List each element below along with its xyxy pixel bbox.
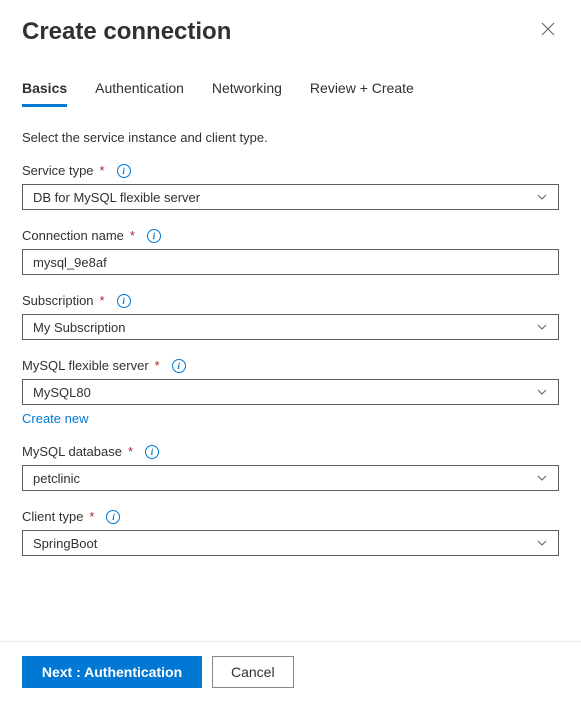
instruction-text: Select the service instance and client t… [22, 130, 559, 145]
mysql-database-value: petclinic [33, 471, 80, 486]
create-new-link[interactable]: Create new [22, 411, 88, 426]
tab-basics[interactable]: Basics [22, 74, 67, 107]
connection-name-input[interactable]: mysql_9e8af [22, 249, 559, 275]
footer: Next : Authentication Cancel [0, 641, 581, 702]
chevron-down-icon [536, 191, 548, 203]
required-indicator: * [155, 358, 160, 373]
required-indicator: * [130, 228, 135, 243]
client-type-label: Client type [22, 509, 83, 524]
service-type-label: Service type [22, 163, 94, 178]
client-type-value: SpringBoot [33, 536, 97, 551]
close-icon[interactable] [537, 18, 559, 44]
info-icon[interactable]: i [117, 164, 131, 178]
connection-name-value: mysql_9e8af [33, 255, 107, 270]
mysql-database-select[interactable]: petclinic [22, 465, 559, 491]
subscription-value: My Subscription [33, 320, 125, 335]
mysql-database-label: MySQL database [22, 444, 122, 459]
info-icon[interactable]: i [147, 229, 161, 243]
required-indicator: * [128, 444, 133, 459]
required-indicator: * [100, 293, 105, 308]
info-icon[interactable]: i [145, 445, 159, 459]
tabs: Basics Authentication Networking Review … [22, 74, 559, 108]
tab-review-create[interactable]: Review + Create [310, 74, 414, 107]
chevron-down-icon [536, 386, 548, 398]
subscription-label: Subscription [22, 293, 94, 308]
mysql-server-label: MySQL flexible server [22, 358, 149, 373]
tab-networking[interactable]: Networking [212, 74, 282, 107]
service-type-value: DB for MySQL flexible server [33, 190, 200, 205]
chevron-down-icon [536, 472, 548, 484]
info-icon[interactable]: i [117, 294, 131, 308]
connection-name-label: Connection name [22, 228, 124, 243]
required-indicator: * [89, 509, 94, 524]
service-type-select[interactable]: DB for MySQL flexible server [22, 184, 559, 210]
required-indicator: * [100, 163, 105, 178]
mysql-server-value: MySQL80 [33, 385, 91, 400]
info-icon[interactable]: i [106, 510, 120, 524]
tab-authentication[interactable]: Authentication [95, 74, 184, 107]
page-title: Create connection [22, 18, 231, 46]
mysql-server-select[interactable]: MySQL80 [22, 379, 559, 405]
info-icon[interactable]: i [172, 359, 186, 373]
chevron-down-icon [536, 537, 548, 549]
client-type-select[interactable]: SpringBoot [22, 530, 559, 556]
cancel-button[interactable]: Cancel [212, 656, 294, 688]
subscription-select[interactable]: My Subscription [22, 314, 559, 340]
chevron-down-icon [536, 321, 548, 333]
next-button[interactable]: Next : Authentication [22, 656, 202, 688]
